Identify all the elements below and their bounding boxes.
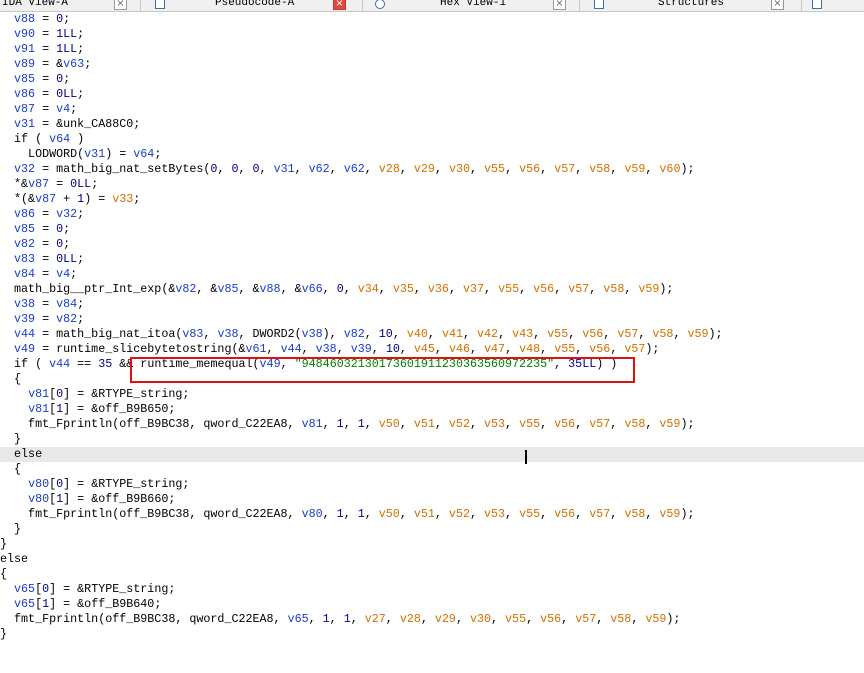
tab-hex-view[interactable]: Hex View-1 × — [363, 0, 578, 11]
tab-structures[interactable]: Structures × — [580, 0, 800, 11]
code-line[interactable]: v83 = 0LL; — [0, 252, 864, 267]
code-line[interactable]: v85 = 0; — [0, 72, 864, 87]
code-line[interactable]: v81[1] = &off_B9B650; — [0, 402, 864, 417]
text-cursor — [525, 450, 527, 464]
code-line[interactable]: v88 = 0; — [0, 12, 864, 27]
code-line[interactable]: v39 = v82; — [0, 312, 864, 327]
code-line[interactable]: v82 = 0; — [0, 237, 864, 252]
code-line[interactable]: { — [0, 567, 864, 582]
code-line[interactable]: else — [0, 552, 864, 567]
code-line[interactable]: *(&v87 + 1) = v33; — [0, 192, 864, 207]
code-line[interactable]: v31 = &unk_CA88C0; — [0, 117, 864, 132]
code-line[interactable]: } — [0, 537, 864, 552]
code-line[interactable]: v81[0] = &RTYPE_string; — [0, 387, 864, 402]
tab-label: Hex View-1 — [440, 0, 507, 9]
code-line[interactable]: v44 = math_big_nat_itoa(v83, v38, DWORD2… — [0, 327, 864, 342]
code-line[interactable]: LODWORD(v31) = v64; — [0, 147, 864, 162]
tab-label: Structures — [658, 0, 725, 9]
pseudocode-icon — [155, 0, 165, 9]
code-line[interactable]: v86 = v32; — [0, 207, 864, 222]
code-line[interactable]: v90 = 1LL; — [0, 27, 864, 42]
code-line[interactable]: v84 = v4; — [0, 267, 864, 282]
code-line[interactable]: *&v87 = 0LL; — [0, 177, 864, 192]
code-line[interactable]: } — [0, 627, 864, 642]
code-line[interactable]: v65[0] = &RTYPE_string; — [0, 582, 864, 597]
code-line[interactable]: v86 = 0LL; — [0, 87, 864, 102]
code-line[interactable]: v49 = runtime_slicebytetostring(&v61, v4… — [0, 342, 864, 357]
tab-bar: IDA View-A × Pseudocode-A × Hex View-1 ×… — [0, 0, 864, 12]
code-line[interactable]: else — [0, 447, 864, 462]
close-icon[interactable]: × — [333, 0, 346, 10]
tab-label: IDA View-A — [2, 0, 69, 9]
code-line[interactable]: } — [0, 522, 864, 537]
close-icon[interactable]: × — [553, 0, 566, 10]
code-line[interactable]: math_big__ptr_Int_exp(&v82, &v85, &v88, … — [0, 282, 864, 297]
pseudocode-listing[interactable]: v88 = 0; v90 = 1LL; v91 = 1LL; v89 = &v6… — [0, 12, 864, 642]
enums-icon[interactable] — [812, 0, 822, 9]
close-icon[interactable]: × — [114, 0, 127, 10]
code-line[interactable]: v89 = &v63; — [0, 57, 864, 72]
code-line[interactable]: fmt_Fprintln(off_B9BC38, qword_C22EA8, v… — [0, 507, 864, 522]
tab-ida-view[interactable]: IDA View-A × — [0, 0, 140, 11]
close-icon[interactable]: × — [771, 0, 784, 10]
code-line[interactable]: { — [0, 462, 864, 477]
code-line[interactable]: } — [0, 432, 864, 447]
tab-separator — [801, 0, 802, 11]
tab-label: Pseudocode-A — [215, 0, 295, 9]
highlight-box — [130, 357, 635, 383]
code-line[interactable]: v80[1] = &off_B9B660; — [0, 492, 864, 507]
code-line[interactable]: v85 = 0; — [0, 222, 864, 237]
code-line[interactable]: v32 = math_big_nat_setBytes(0, 0, 0, v31… — [0, 162, 864, 177]
structures-icon — [594, 0, 604, 9]
code-line[interactable]: v80[0] = &RTYPE_string; — [0, 477, 864, 492]
code-line[interactable]: v38 = v84; — [0, 297, 864, 312]
code-line[interactable]: if ( v64 ) — [0, 132, 864, 147]
code-line[interactable]: fmt_Fprintln(off_B9BC38, qword_C22EA8, v… — [0, 612, 864, 627]
code-line[interactable]: fmt_Fprintln(off_B9BC38, qword_C22EA8, v… — [0, 417, 864, 432]
hex-icon — [375, 0, 385, 9]
code-line[interactable]: v91 = 1LL; — [0, 42, 864, 57]
code-line[interactable]: v65[1] = &off_B9B640; — [0, 597, 864, 612]
tab-pseudocode[interactable]: Pseudocode-A × — [141, 0, 361, 11]
code-line[interactable]: v87 = v4; — [0, 102, 864, 117]
